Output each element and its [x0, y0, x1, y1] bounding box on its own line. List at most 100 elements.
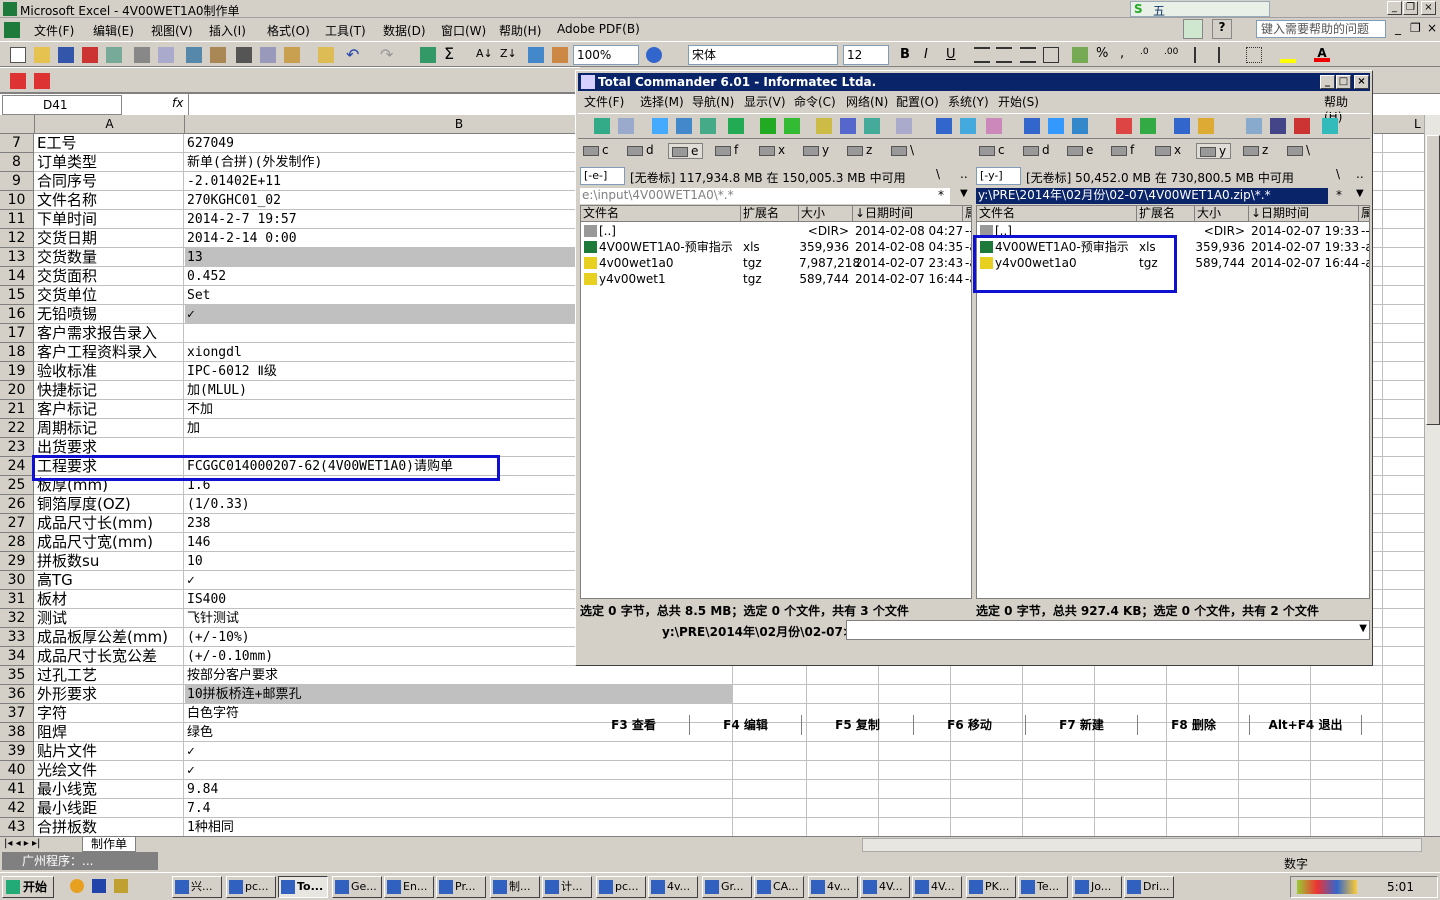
tc-left-file-panel[interactable]: 文件名扩展名大小↓日期时间属[..]<DIR>2014-02-08 04:27-…: [580, 205, 972, 599]
quicklaunch-icon-2[interactable]: [92, 879, 106, 893]
taskbar-task[interactable]: Jo...: [1072, 876, 1122, 898]
tc-toolbar-icon[interactable]: [896, 118, 912, 134]
tc-toolbar-icon[interactable]: [728, 118, 744, 134]
increase-indent-icon[interactable]: [1218, 47, 1234, 63]
cell-a[interactable]: 客户标记: [35, 400, 184, 419]
doc-restore-button[interactable]: ❐: [1410, 21, 1421, 35]
cell-a[interactable]: 交货单位: [35, 286, 184, 305]
tc-left-file-row[interactable]: 4V00WET1A0-预审指示 xls 359,936 2014-02-08 04:3…: [581, 239, 971, 255]
menu-adobe-pdf[interactable]: Adobe PDF(B): [557, 22, 640, 36]
cell-a[interactable]: 光绘文件: [35, 761, 184, 780]
tc-toolbar-icon[interactable]: [1322, 118, 1338, 134]
tc-left-col-ext[interactable]: 扩展名: [741, 206, 799, 222]
row-header[interactable]: 23: [0, 438, 34, 457]
tc-fkey-button[interactable]: F3 查看: [578, 715, 690, 735]
taskbar-task[interactable]: CA...: [754, 876, 804, 898]
cell-a[interactable]: 过孔工艺: [35, 666, 184, 685]
taskbar-task[interactable]: pc...: [226, 876, 276, 898]
row-header[interactable]: 22: [0, 419, 34, 438]
tc-toolbar-icon[interactable]: [1024, 118, 1040, 134]
row-header[interactable]: 35: [0, 666, 34, 685]
row-header[interactable]: 9: [0, 172, 34, 191]
tc-right-drive-button[interactable]: x: [1152, 143, 1185, 157]
cell-a[interactable]: 订单类型: [35, 153, 184, 172]
tc-command-input[interactable]: ▼: [846, 620, 1370, 640]
row-header[interactable]: 29: [0, 552, 34, 571]
tc-left-drive-button[interactable]: e: [668, 143, 704, 159]
tc-right-dropdown-icon[interactable]: ▼: [1356, 188, 1364, 199]
row-header[interactable]: 21: [0, 400, 34, 419]
tc-right-drive-button[interactable]: z: [1240, 143, 1272, 157]
tc-toolbar-icon[interactable]: [816, 118, 832, 134]
paste-icon[interactable]: [284, 47, 300, 63]
tc-left-path[interactable]: e:\input\4V00WET1A0\*.*: [580, 188, 950, 204]
decrease-decimal-icon[interactable]: .00: [1164, 47, 1180, 63]
tc-toolbar-icon[interactable]: [960, 118, 976, 134]
taskbar-task[interactable]: 4V...: [912, 876, 962, 898]
tc-fkey-button[interactable]: Alt+F4 退出: [1250, 715, 1362, 735]
cell-a[interactable]: 快捷标记: [35, 381, 184, 400]
cell-a[interactable]: 验收标准: [35, 362, 184, 381]
sheet-row[interactable]: 39 贴片文件 ✓: [0, 742, 1440, 761]
cell-a[interactable]: 最小线宽: [35, 780, 184, 799]
cell-b[interactable]: 按部分客户要求: [185, 666, 733, 685]
scroll-thumb[interactable]: [1426, 135, 1440, 425]
tc-toolbar-icon[interactable]: [1246, 118, 1262, 134]
tc-left-history-icon[interactable]: *: [938, 188, 944, 202]
align-left-icon[interactable]: [974, 47, 990, 63]
cell-a[interactable]: 测试: [35, 609, 184, 628]
taskbar-task[interactable]: En...: [384, 876, 434, 898]
tc-right-history-icon[interactable]: *: [1336, 188, 1342, 202]
zoom-select[interactable]: 100%: [573, 45, 639, 65]
row-header[interactable]: 32: [0, 609, 34, 628]
cell-b[interactable]: 9.84: [185, 780, 733, 799]
tc-left-file-row[interactable]: y4v00wet1 tgz 589,744 2014-02-07 16:44-a-: [581, 271, 971, 287]
taskbar-task[interactable]: Pr...: [436, 876, 486, 898]
cell-b[interactable]: 10拼板桥连+邮票孔: [185, 685, 733, 704]
row-header[interactable]: 43: [0, 818, 34, 836]
taskbar-task[interactable]: 4v...: [808, 876, 858, 898]
tc-fkey-button[interactable]: F6 移动: [914, 715, 1026, 735]
tc-right-drive-button[interactable]: c: [976, 143, 1009, 157]
menu-help[interactable]: 帮助(H): [499, 22, 541, 39]
row-header[interactable]: 24: [0, 457, 34, 476]
menu-tools[interactable]: 工具(T): [325, 22, 366, 39]
sheet-row[interactable]: 42 最小线距 7.4: [0, 799, 1440, 818]
tc-right-path[interactable]: y:\PRE\2014年\02月份\02-07\4V00WET1A0.zip\*…: [976, 188, 1328, 204]
print-preview-icon[interactable]: [158, 47, 174, 63]
pdf-convert-icon[interactable]: [10, 73, 26, 89]
tc-right-drive-button[interactable]: d: [1020, 143, 1054, 157]
taskbar-task[interactable]: 计...: [542, 876, 592, 898]
tc-left-root-button[interactable]: \: [936, 167, 940, 181]
open-icon[interactable]: [34, 47, 50, 63]
taskbar-task[interactable]: 制...: [490, 876, 540, 898]
tc-toolbar-icon[interactable]: [936, 118, 952, 134]
tc-right-drive-select[interactable]: [-y-]: [976, 167, 1021, 185]
tc-toolbar-icon[interactable]: [784, 118, 800, 134]
sheet-row[interactable]: 35 过孔工艺 按部分客户要求: [0, 666, 1440, 685]
row-header[interactable]: 11: [0, 210, 34, 229]
taskbar-task[interactable]: Te...: [1018, 876, 1068, 898]
format-painter-icon[interactable]: [318, 47, 334, 63]
tc-left-up-button[interactable]: ..: [960, 167, 968, 181]
row-header[interactable]: 7: [0, 134, 34, 153]
cell-b[interactable]: 7.4: [185, 799, 733, 818]
permission-icon[interactable]: [82, 47, 98, 63]
tc-toolbar-icon[interactable]: [1140, 118, 1156, 134]
row-header[interactable]: 14: [0, 267, 34, 286]
cell-a[interactable]: 板材: [35, 590, 184, 609]
pdf-email-icon[interactable]: [34, 73, 50, 89]
row-header[interactable]: 8: [0, 153, 34, 172]
tc-minimize-button[interactable]: _: [1320, 75, 1335, 89]
row-header[interactable]: 42: [0, 799, 34, 818]
row-header[interactable]: 38: [0, 723, 34, 742]
tc-left-drive-button[interactable]: d: [624, 143, 658, 157]
new-icon[interactable]: [10, 47, 26, 63]
tc-menu-show[interactable]: 显示(V): [744, 93, 786, 110]
cell-a[interactable]: 高TG: [35, 571, 184, 590]
autosum-icon[interactable]: Σ: [444, 46, 460, 62]
cell-a[interactable]: 成品尺寸长(mm): [35, 514, 184, 533]
tc-toolbar-icon[interactable]: [618, 118, 634, 134]
cell-a[interactable]: 交货日期: [35, 229, 184, 248]
tray-icons[interactable]: [1297, 880, 1357, 894]
